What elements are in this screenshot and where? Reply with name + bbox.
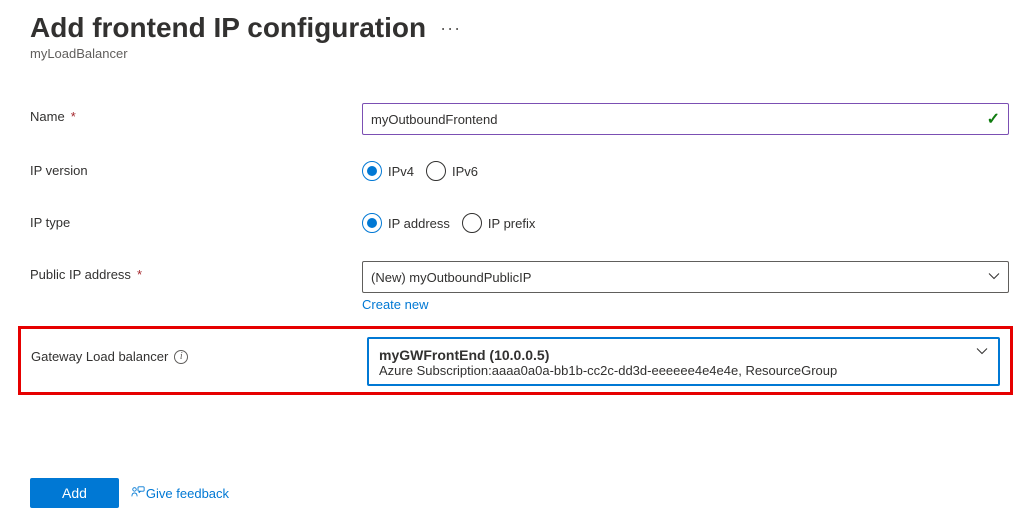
gateway-label: Gateway Load balancer i bbox=[31, 337, 367, 364]
ip-version-label: IP version bbox=[30, 157, 362, 178]
radio-ip-address[interactable]: IP address bbox=[362, 213, 450, 233]
ip-type-label: IP type bbox=[30, 209, 362, 230]
page-title: Add frontend IP configuration bbox=[30, 12, 426, 44]
check-icon: ✓ bbox=[987, 109, 1000, 129]
info-icon[interactable]: i bbox=[174, 350, 188, 364]
public-ip-label: Public IP address* bbox=[30, 261, 362, 282]
radio-ipv4[interactable]: IPv4 bbox=[362, 161, 414, 181]
gateway-dropdown[interactable]: myGWFrontEnd (10.0.0.5) Azure Subscripti… bbox=[367, 337, 1000, 386]
page-subtitle: myLoadBalancer bbox=[30, 46, 1033, 61]
more-actions-button[interactable]: ··· bbox=[440, 18, 461, 39]
name-input[interactable] bbox=[371, 112, 987, 127]
name-label: Name* bbox=[30, 103, 362, 124]
person-feedback-icon bbox=[131, 485, 145, 502]
radio-ip-prefix[interactable]: IP prefix bbox=[462, 213, 535, 233]
radio-ipv6[interactable]: IPv6 bbox=[426, 161, 478, 181]
create-new-link[interactable]: Create new bbox=[362, 297, 428, 312]
chevron-down-icon bbox=[988, 272, 1000, 283]
gateway-highlight-box: Gateway Load balancer i myGWFrontEnd (10… bbox=[18, 326, 1013, 395]
give-feedback-link[interactable]: Give feedback bbox=[131, 485, 229, 502]
public-ip-dropdown[interactable]: (New) myOutboundPublicIP bbox=[362, 261, 1009, 293]
add-button[interactable]: Add bbox=[30, 478, 119, 508]
chevron-down-icon bbox=[976, 347, 988, 358]
